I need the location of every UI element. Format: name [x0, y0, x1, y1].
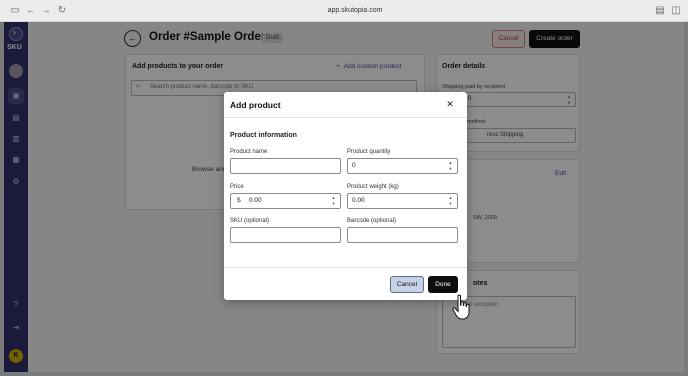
modal-footer-divider [224, 267, 467, 268]
modal-header-divider [224, 117, 467, 118]
product-name-input[interactable] [230, 158, 341, 174]
browser-toolbar: ▭ ← → ↻ app.skutopia.com ▤ ◫ [0, 0, 688, 22]
app-viewport: › SKU ▣ ▤ ▥ ▦ ⚙ ? ⇥ K ← Order #Sample Or… [4, 22, 684, 372]
sku-label: SKU (optional) [230, 218, 270, 224]
product-quantity-value: 0 [352, 162, 356, 169]
weight-stepper-icon[interactable]: ▲ ▼ [446, 195, 455, 207]
reload-icon[interactable]: ↻ [56, 5, 68, 17]
close-icon[interactable]: ✕ [445, 99, 455, 109]
sku-input[interactable] [230, 227, 341, 243]
product-name-label: Product name [230, 149, 268, 155]
product-weight-input[interactable]: 0.00 ▲ ▼ [347, 193, 458, 209]
add-product-modal: Add product ✕ Product information Produc… [224, 92, 467, 300]
split-view-icon[interactable]: ◫ [670, 5, 682, 17]
barcode-input[interactable] [347, 227, 458, 243]
product-quantity-input[interactable]: 0 ▲ ▼ [347, 158, 458, 174]
product-weight-value: 0.00 [352, 197, 365, 204]
quantity-stepper-icon[interactable]: ▲ ▼ [446, 160, 455, 172]
reader-icon[interactable]: ▤ [654, 5, 666, 17]
modal-cancel-button[interactable]: Cancel [390, 276, 424, 293]
product-quantity-label: Product quantity [347, 149, 391, 155]
forward-arrow-icon[interactable]: → [40, 5, 52, 17]
price-stepper-icon[interactable]: ▲ ▼ [329, 195, 338, 207]
modal-done-button[interactable]: Done [428, 276, 458, 293]
back-arrow-icon[interactable]: ← [25, 5, 37, 17]
price-input[interactable]: $ 0.00 ▲ ▼ [230, 193, 341, 209]
product-information-title: Product information [230, 132, 297, 139]
modal-title: Add product [230, 100, 281, 110]
address-bar[interactable]: app.skutopia.com [300, 5, 410, 17]
currency-prefix: $ [237, 197, 241, 204]
sidebar-toggle-icon[interactable]: ▭ [9, 5, 21, 17]
barcode-label: Barcode (optional) [347, 218, 397, 224]
price-value: 0.00 [249, 197, 262, 204]
price-label: Price [230, 184, 244, 190]
product-weight-label: Product weight (kg) [347, 184, 399, 190]
hand-cursor-icon [452, 294, 470, 320]
